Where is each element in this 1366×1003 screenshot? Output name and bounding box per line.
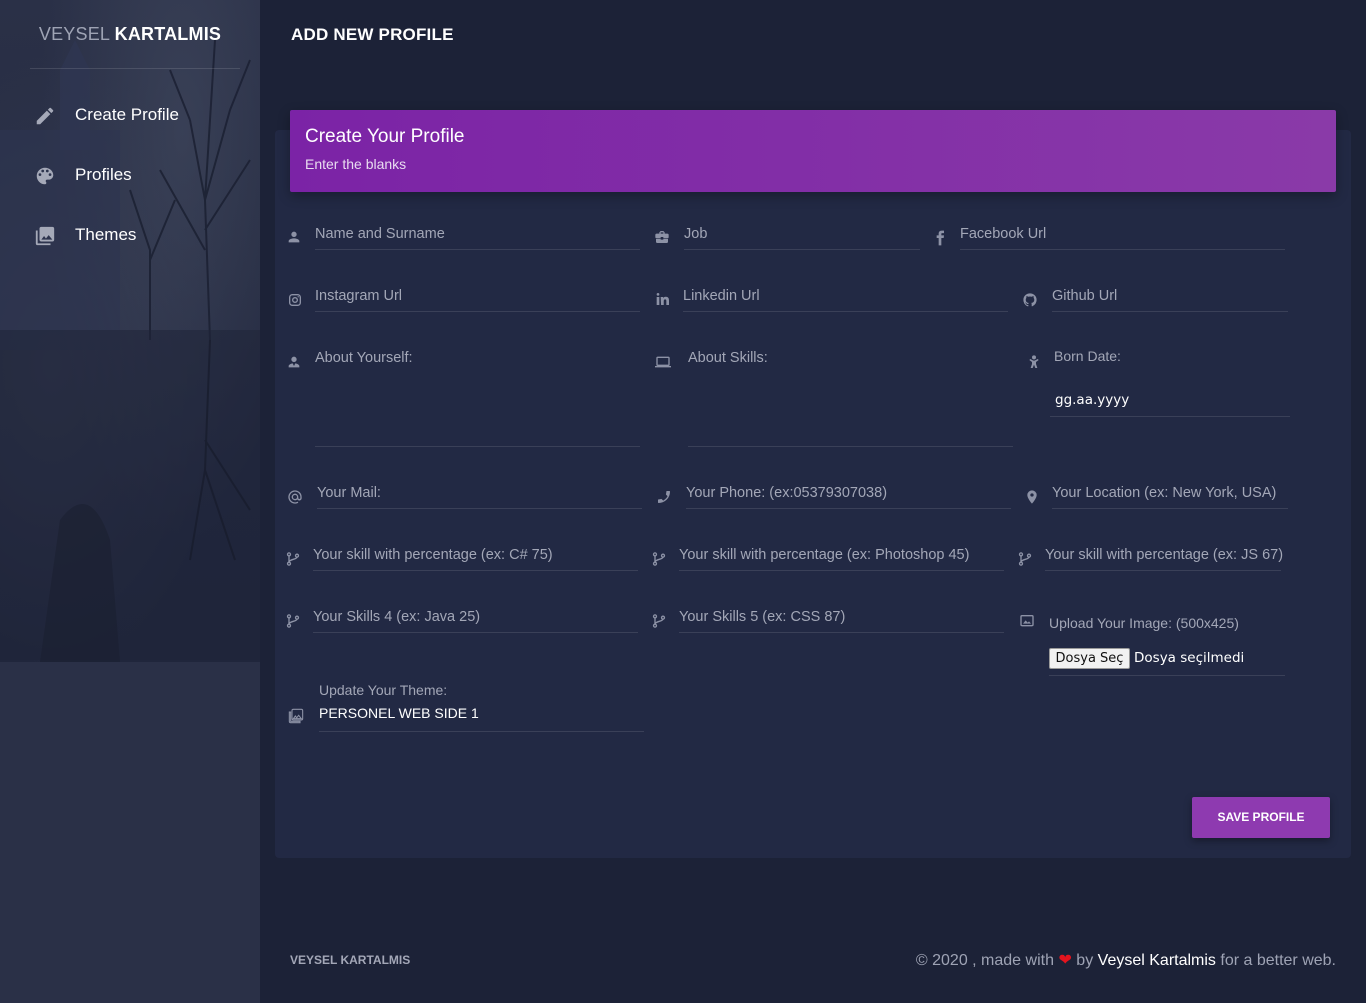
born-date-underline [1050, 416, 1290, 417]
skill5-placeholder: Your Skills 5 (ex: CSS 87) [679, 609, 846, 625]
born-date-label: Born Date: [1054, 348, 1121, 364]
upload-image-underline [1049, 675, 1285, 676]
user-tie-icon [288, 356, 300, 368]
phone-placeholder: Your Phone: (ex:05379307038) [686, 485, 888, 501]
skill1-underline [313, 570, 638, 571]
sidebar-item-label: Themes [75, 225, 137, 244]
palette-icon [36, 167, 54, 185]
github-placeholder: Github Url [1052, 288, 1118, 304]
github-underline [1052, 311, 1288, 312]
skill5-underline [679, 632, 1004, 633]
mail-placeholder: Your Mail: [317, 485, 381, 501]
theme-underline [319, 731, 644, 732]
phone-underline [686, 508, 1011, 509]
location-pin-icon [1027, 490, 1037, 504]
skill3-placeholder: Your skill with percentage (ex: JS 67) [1045, 547, 1284, 563]
about-yourself-placeholder: About Yourself: [315, 350, 413, 366]
card-header: Create Your Profile Enter the blanks [290, 110, 1336, 192]
footer-author-link[interactable]: Veysel Kartalmis [1098, 952, 1216, 969]
instagram-icon [289, 294, 301, 306]
card-subtitle: Enter the blanks [305, 156, 407, 172]
brand-last: KARTALMIS [114, 24, 222, 44]
job-underline [684, 249, 920, 250]
branch-icon [1018, 552, 1032, 566]
brand-divider [30, 68, 240, 69]
facebook-placeholder: Facebook Url [960, 226, 1047, 242]
linkedin-underline [683, 311, 1008, 312]
about-skills-underline [688, 446, 1013, 447]
instagram-underline [315, 311, 640, 312]
footer-copyright: © 2020 , made with [915, 952, 1054, 969]
location-underline [1052, 508, 1288, 509]
card-title: Create Your Profile [305, 126, 465, 147]
skill4-underline [313, 632, 638, 633]
at-sign-icon [288, 490, 302, 504]
theme-value: PERSONEL WEB SIDE 1 [319, 705, 479, 721]
save-profile-button[interactable]: SAVE PROFILE [1192, 797, 1330, 838]
phone-icon [658, 491, 670, 503]
sidebar-item-label: Create Profile [75, 105, 179, 124]
upload-image-label: Upload Your Image: (500x425) [1049, 615, 1239, 631]
file-status: Dosya seçilmedi [1134, 650, 1245, 666]
skill2-underline [679, 570, 1004, 571]
choose-file-button[interactable]: Dosya Seç [1049, 648, 1130, 669]
skill1-placeholder: Your skill with percentage (ex: C# 75) [313, 547, 553, 563]
name-underline [315, 249, 640, 250]
branch-icon [286, 552, 300, 566]
job-placeholder: Job [684, 226, 708, 242]
laptop-icon [655, 356, 671, 368]
skill3-underline [1045, 570, 1281, 571]
page-title: ADD NEW PROFILE [291, 25, 454, 44]
location-placeholder: Your Location (ex: New York, USA) [1052, 485, 1277, 501]
gallery-icon [288, 708, 304, 724]
theme-label: Update Your Theme: [319, 682, 448, 698]
sidebar-item-profiles[interactable]: Profiles [0, 155, 260, 195]
person-icon [288, 231, 300, 243]
heart-icon: ❤ [1058, 952, 1072, 969]
brand-first: VEYSEL [38, 24, 110, 44]
footer-credits: © 2020 , made with ❤ by Veysel Kartalmis… [916, 950, 1336, 970]
skill2-placeholder: Your skill with percentage (ex: Photosho… [679, 547, 970, 563]
about-yourself-underline [315, 446, 640, 447]
briefcase-icon [655, 231, 669, 243]
instagram-placeholder: Instagram Url [315, 288, 403, 304]
sidebar-item-create-profile[interactable]: Create Profile [0, 95, 260, 135]
facebook-icon [936, 230, 944, 246]
image-icon [1020, 615, 1034, 627]
brand-logo[interactable]: VEYSEL KARTALMIS [0, 24, 260, 45]
name-placeholder: Name and Surname [315, 226, 445, 242]
skill4-placeholder: Your Skills 4 (ex: Java 25) [313, 609, 481, 625]
github-icon [1023, 293, 1037, 307]
sidebar-item-themes[interactable]: Themes [0, 215, 260, 255]
branch-icon [286, 614, 300, 628]
sidebar-item-label: Profiles [75, 165, 132, 184]
branch-icon [652, 552, 666, 566]
footer-by: by [1076, 952, 1094, 969]
footer-brand[interactable]: VEYSEL KARTALMIS [290, 953, 410, 967]
about-skills-placeholder: About Skills: [688, 350, 768, 366]
footer-tail: for a better web. [1220, 952, 1336, 969]
born-date-value: gg.aa.yyyy [1055, 392, 1130, 408]
mail-underline [317, 508, 642, 509]
linkedin-icon [656, 293, 669, 305]
sidebar: VEYSEL KARTALMIS Create Profile Profiles… [0, 0, 260, 1003]
linkedin-placeholder: Linkedin Url [683, 288, 760, 304]
pencil-icon [36, 107, 54, 125]
facebook-underline [960, 249, 1285, 250]
gallery-icon [35, 226, 55, 246]
branch-icon [652, 614, 666, 628]
child-icon [1029, 355, 1039, 368]
